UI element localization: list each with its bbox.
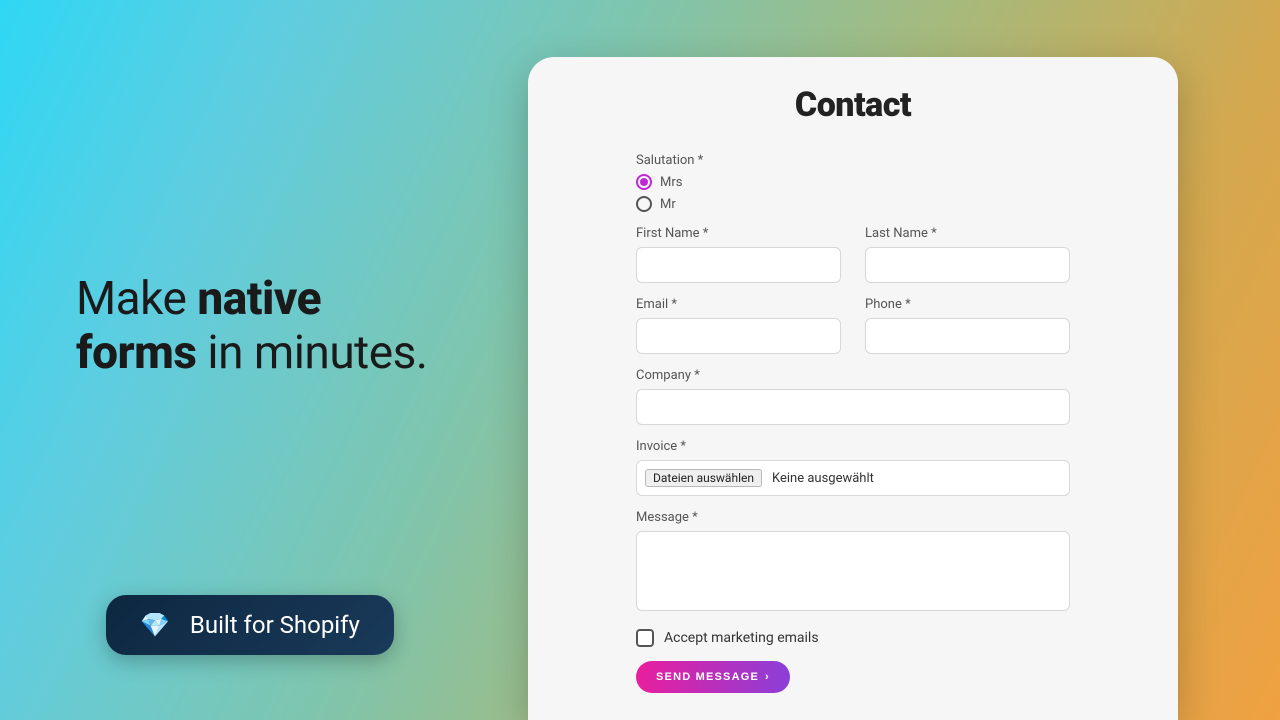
accept-marketing-row[interactable]: Accept marketing emails [636, 629, 1070, 647]
chevron-right-icon: › [765, 671, 770, 683]
accept-marketing-label: Accept marketing emails [664, 630, 819, 646]
invoice-file-input[interactable]: Dateien auswählen Keine ausgewählt [636, 460, 1070, 496]
headline: Make native forms in minutes. [76, 272, 428, 381]
last-name-label: Last Name * [865, 226, 1070, 241]
diamond-icon: 💎 [140, 611, 170, 639]
email-label: Email * [636, 297, 841, 312]
phone-label: Phone * [865, 297, 1070, 312]
radio-mr[interactable] [636, 196, 652, 212]
headline-bold2: forms [76, 326, 196, 380]
headline-bold1: native [197, 272, 321, 326]
send-button-label: SEND MESSAGE [656, 671, 759, 683]
radio-mr-label: Mr [660, 197, 676, 212]
invoice-label: Invoice * [636, 439, 1070, 454]
radio-mr-row[interactable]: Mr [636, 196, 1070, 212]
badge-text: Built for Shopify [190, 611, 360, 639]
file-status-text: Keine ausgewählt [772, 471, 874, 486]
send-message-button[interactable]: SEND MESSAGE › [636, 661, 790, 693]
company-field[interactable] [636, 389, 1070, 425]
headline-post: in minutes. [196, 326, 427, 380]
accept-marketing-checkbox[interactable] [636, 629, 654, 647]
radio-mrs-row[interactable]: Mrs [636, 174, 1070, 190]
message-label: Message * [636, 510, 1070, 525]
message-field[interactable] [636, 531, 1070, 611]
first-name-label: First Name * [636, 226, 841, 241]
radio-mrs[interactable] [636, 174, 652, 190]
salutation-label: Salutation * [636, 153, 1070, 168]
file-choose-button[interactable]: Dateien auswählen [645, 469, 762, 487]
company-label: Company * [636, 368, 1070, 383]
built-for-shopify-badge: 💎 Built for Shopify [106, 595, 394, 655]
last-name-field[interactable] [865, 247, 1070, 283]
contact-form: Salutation * Mrs Mr First Name * Last Na… [528, 153, 1178, 693]
headline-pre: Make [76, 272, 197, 326]
card-title: Contact [528, 85, 1178, 125]
first-name-field[interactable] [636, 247, 841, 283]
contact-form-card: Contact Salutation * Mrs Mr First Name *… [528, 57, 1178, 720]
email-field[interactable] [636, 318, 841, 354]
radio-mrs-label: Mrs [660, 175, 682, 190]
phone-field[interactable] [865, 318, 1070, 354]
